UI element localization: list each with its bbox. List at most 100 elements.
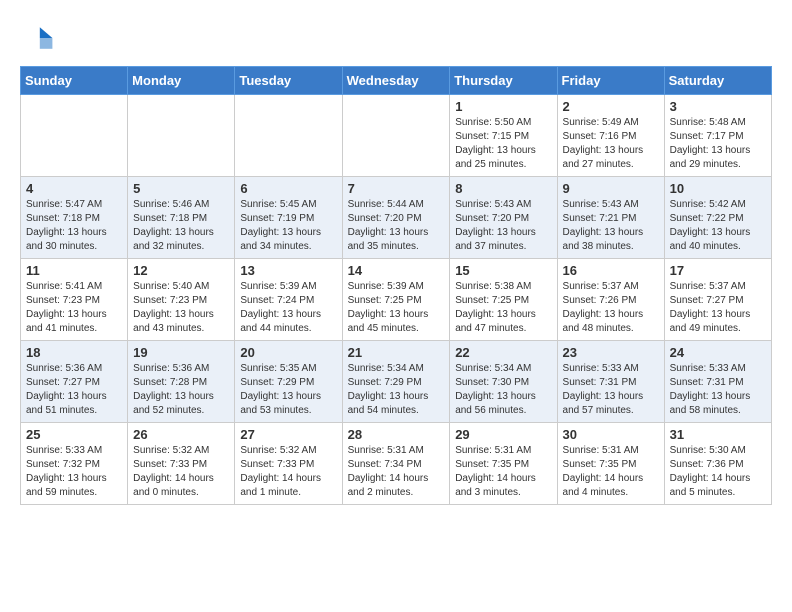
calendar-cell: 1 Sunrise: 5:50 AM Sunset: 7:15 PM Daylig…: [450, 95, 557, 177]
calendar-week-row: 4 Sunrise: 5:47 AM Sunset: 7:18 PM Daylig…: [21, 177, 772, 259]
day-info: Sunrise: 5:43 AM Sunset: 7:20 PM Dayligh…: [455, 198, 551, 254]
calendar-cell: 16 Sunrise: 5:37 AM Sunset: 7:26 PM Dayli…: [557, 259, 664, 341]
calendar-cell: 20 Sunrise: 5:35 AM Sunset: 7:29 PM Dayli…: [235, 341, 342, 423]
day-number: 27: [240, 427, 336, 442]
calendar-cell: 25 Sunrise: 5:33 AM Sunset: 7:32 PM Dayli…: [21, 423, 128, 505]
calendar-cell: 31 Sunrise: 5:30 AM Sunset: 7:36 PM Dayli…: [664, 423, 771, 505]
weekday-header-wednesday: Wednesday: [342, 67, 450, 95]
day-number: 15: [455, 263, 551, 278]
calendar-cell: 6 Sunrise: 5:45 AM Sunset: 7:19 PM Daylig…: [235, 177, 342, 259]
day-info: Sunrise: 5:39 AM Sunset: 7:25 PM Dayligh…: [348, 280, 445, 336]
day-number: 31: [670, 427, 766, 442]
day-number: 23: [563, 345, 659, 360]
day-info: Sunrise: 5:33 AM Sunset: 7:31 PM Dayligh…: [670, 362, 766, 418]
day-number: 8: [455, 181, 551, 196]
day-info: Sunrise: 5:34 AM Sunset: 7:29 PM Dayligh…: [348, 362, 445, 418]
weekday-header-row: SundayMondayTuesdayWednesdayThursdayFrid…: [21, 67, 772, 95]
day-info: Sunrise: 5:34 AM Sunset: 7:30 PM Dayligh…: [455, 362, 551, 418]
day-number: 22: [455, 345, 551, 360]
day-number: 20: [240, 345, 336, 360]
logo: [20, 20, 60, 56]
calendar-cell: 13Sunrise: 5:39 AM Sunset: 7:24 PM Dayli…: [235, 259, 342, 341]
day-info: Sunrise: 5:36 AM Sunset: 7:27 PM Dayligh…: [26, 362, 122, 418]
weekday-header-tuesday: Tuesday: [235, 67, 342, 95]
day-number: 7: [348, 181, 445, 196]
day-number: 10: [670, 181, 766, 196]
day-number: 29: [455, 427, 551, 442]
day-info: Sunrise: 5:31 AM Sunset: 7:34 PM Dayligh…: [348, 444, 445, 500]
day-info: Sunrise: 5:49 AM Sunset: 7:16 PM Dayligh…: [563, 116, 659, 172]
logo-icon: [20, 20, 56, 56]
day-info: Sunrise: 5:45 AM Sunset: 7:19 PM Dayligh…: [240, 198, 336, 254]
calendar-cell: [21, 95, 128, 177]
calendar-table: SundayMondayTuesdayWednesdayThursdayFrid…: [20, 66, 772, 505]
day-number: 28: [348, 427, 445, 442]
day-number: 25: [26, 427, 122, 442]
calendar-week-row: 25 Sunrise: 5:33 AM Sunset: 7:32 PM Dayli…: [21, 423, 772, 505]
day-number: 18: [26, 345, 122, 360]
day-number: 16: [563, 263, 659, 278]
day-info: Sunrise: 5:30 AM Sunset: 7:36 PM Dayligh…: [670, 444, 766, 500]
day-info: Sunrise: 5:42 AM Sunset: 7:22 PM Dayligh…: [670, 198, 766, 254]
weekday-header-friday: Friday: [557, 67, 664, 95]
calendar-cell: 23Sunrise: 5:33 AM Sunset: 7:31 PM Dayli…: [557, 341, 664, 423]
day-info: Sunrise: 5:40 AM Sunset: 7:23 PM Dayligh…: [133, 280, 229, 336]
day-info: Sunrise: 5:37 AM Sunset: 7:26 PM Dayligh…: [563, 280, 659, 336]
calendar-cell: 24 Sunrise: 5:33 AM Sunset: 7:31 PM Dayli…: [664, 341, 771, 423]
calendar-cell: 21 Sunrise: 5:34 AM Sunset: 7:29 PM Dayli…: [342, 341, 450, 423]
day-number: 13: [240, 263, 336, 278]
day-number: 12: [133, 263, 229, 278]
calendar-cell: 12 Sunrise: 5:40 AM Sunset: 7:23 PM Dayli…: [128, 259, 235, 341]
calendar-cell: 2 Sunrise: 5:49 AM Sunset: 7:16 PM Daylig…: [557, 95, 664, 177]
day-info: Sunrise: 5:41 AM Sunset: 7:23 PM Dayligh…: [26, 280, 122, 336]
calendar-cell: 3 Sunrise: 5:48 AM Sunset: 7:17 PM Daylig…: [664, 95, 771, 177]
weekday-header-monday: Monday: [128, 67, 235, 95]
day-info: Sunrise: 5:33 AM Sunset: 7:32 PM Dayligh…: [26, 444, 122, 500]
day-number: 4: [26, 181, 122, 196]
day-number: 3: [670, 99, 766, 114]
weekday-header-thursday: Thursday: [450, 67, 557, 95]
calendar-cell: [342, 95, 450, 177]
day-info: Sunrise: 5:31 AM Sunset: 7:35 PM Dayligh…: [563, 444, 659, 500]
day-number: 2: [563, 99, 659, 114]
calendar-cell: 14 Sunrise: 5:39 AM Sunset: 7:25 PM Dayli…: [342, 259, 450, 341]
calendar-cell: 17Sunrise: 5:37 AM Sunset: 7:27 PM Dayli…: [664, 259, 771, 341]
day-info: Sunrise: 5:44 AM Sunset: 7:20 PM Dayligh…: [348, 198, 445, 254]
day-info: Sunrise: 5:36 AM Sunset: 7:28 PM Dayligh…: [133, 362, 229, 418]
calendar-cell: 7 Sunrise: 5:44 AM Sunset: 7:20 PM Daylig…: [342, 177, 450, 259]
calendar-cell: 5Sunrise: 5:46 AM Sunset: 7:18 PM Daylig…: [128, 177, 235, 259]
calendar-cell: 9Sunrise: 5:43 AM Sunset: 7:21 PM Daylig…: [557, 177, 664, 259]
day-info: Sunrise: 5:46 AM Sunset: 7:18 PM Dayligh…: [133, 198, 229, 254]
day-number: 6: [240, 181, 336, 196]
calendar-week-row: 11 Sunrise: 5:41 AM Sunset: 7:23 PM Dayli…: [21, 259, 772, 341]
calendar-cell: 15 Sunrise: 5:38 AM Sunset: 7:25 PM Dayli…: [450, 259, 557, 341]
weekday-header-sunday: Sunday: [21, 67, 128, 95]
calendar-cell: [235, 95, 342, 177]
calendar-cell: 29 Sunrise: 5:31 AM Sunset: 7:35 PM Dayli…: [450, 423, 557, 505]
day-number: 30: [563, 427, 659, 442]
calendar-cell: 19 Sunrise: 5:36 AM Sunset: 7:28 PM Dayli…: [128, 341, 235, 423]
day-info: Sunrise: 5:38 AM Sunset: 7:25 PM Dayligh…: [455, 280, 551, 336]
day-info: Sunrise: 5:31 AM Sunset: 7:35 PM Dayligh…: [455, 444, 551, 500]
day-info: Sunrise: 5:48 AM Sunset: 7:17 PM Dayligh…: [670, 116, 766, 172]
calendar-cell: 27 Sunrise: 5:32 AM Sunset: 7:33 PM Dayli…: [235, 423, 342, 505]
day-info: Sunrise: 5:47 AM Sunset: 7:18 PM Dayligh…: [26, 198, 122, 254]
day-info: Sunrise: 5:35 AM Sunset: 7:29 PM Dayligh…: [240, 362, 336, 418]
day-number: 26: [133, 427, 229, 442]
day-info: Sunrise: 5:32 AM Sunset: 7:33 PM Dayligh…: [133, 444, 229, 500]
day-number: 19: [133, 345, 229, 360]
day-number: 11: [26, 263, 122, 278]
day-number: 17: [670, 263, 766, 278]
day-info: Sunrise: 5:50 AM Sunset: 7:15 PM Dayligh…: [455, 116, 551, 172]
calendar-cell: 10 Sunrise: 5:42 AM Sunset: 7:22 PM Dayli…: [664, 177, 771, 259]
day-info: Sunrise: 5:32 AM Sunset: 7:33 PM Dayligh…: [240, 444, 336, 500]
day-number: 24: [670, 345, 766, 360]
day-number: 14: [348, 263, 445, 278]
calendar-week-row: 18 Sunrise: 5:36 AM Sunset: 7:27 PM Dayli…: [21, 341, 772, 423]
calendar-cell: 4 Sunrise: 5:47 AM Sunset: 7:18 PM Daylig…: [21, 177, 128, 259]
calendar-cell: 26 Sunrise: 5:32 AM Sunset: 7:33 PM Dayli…: [128, 423, 235, 505]
day-number: 1: [455, 99, 551, 114]
weekday-header-saturday: Saturday: [664, 67, 771, 95]
day-number: 21: [348, 345, 445, 360]
calendar-cell: 22 Sunrise: 5:34 AM Sunset: 7:30 PM Dayli…: [450, 341, 557, 423]
